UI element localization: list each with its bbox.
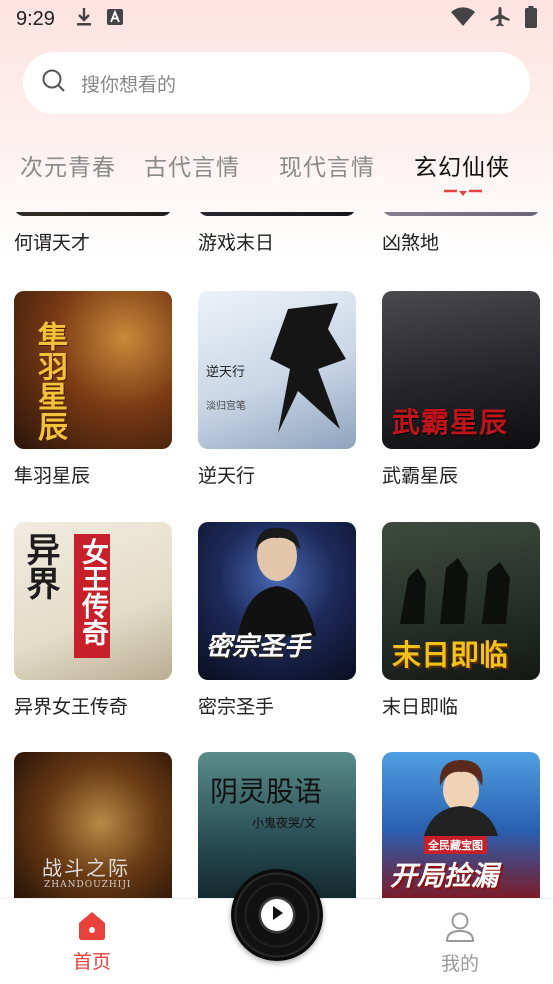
nav-home[interactable]: 首页 (62, 911, 122, 974)
book-cover: 全民藏宝图 开局捡漏 (382, 752, 540, 898)
cover-title-text: 阴灵股语 (210, 775, 323, 808)
book-card[interactable]: 末日即临 末日即临 (382, 522, 540, 719)
book-card[interactable]: 密宗圣手 密宗圣手 (198, 522, 356, 719)
book-card[interactable]: 逆天行 淡归宫笔 逆天行 (198, 291, 356, 488)
book-title: 何谓天才 (14, 232, 91, 254)
play-icon (270, 905, 284, 925)
text-a-icon (106, 8, 123, 30)
book-cover: 隼羽星辰 (14, 291, 172, 449)
airplane-icon (489, 6, 511, 33)
book-card[interactable]: 全民藏宝图 开局捡漏 (382, 752, 540, 898)
tab-active-indicator (444, 184, 482, 196)
cover-title-text: 末日即临 (392, 638, 509, 672)
cover-title-text: 密宗圣手 (206, 632, 311, 662)
search-icon (41, 68, 67, 98)
cover-title-text: 隼羽星辰 (32, 321, 67, 441)
download-icon (75, 7, 93, 32)
tab-anime-youth[interactable]: 次元青春 (20, 148, 116, 182)
book-title: 武霸星辰 (382, 465, 459, 487)
cover-author-text: 淡归宫笔 (206, 401, 246, 412)
search-placeholder: 搜你想看的 (81, 73, 177, 96)
user-icon (444, 911, 476, 947)
book-cover: 武霸星辰 (382, 291, 540, 449)
battery-icon (525, 5, 537, 33)
cover-subtitle-text: 异界 (20, 532, 60, 600)
book-card[interactable]: 游戏末日 (198, 212, 356, 255)
cover-title-text: 逆天行 (206, 365, 246, 380)
book-card[interactable]: 凶煞地 (382, 212, 540, 255)
book-card[interactable]: 战斗之际 ZHANDOUZHIJI (14, 752, 172, 898)
category-tabs: 次元青春 古代言情 现代言情 玄幻仙侠 (0, 140, 553, 196)
nav-home-label: 首页 (72, 951, 111, 973)
book-cover (14, 212, 172, 216)
tab-ancient-romance[interactable]: 古代言情 (144, 148, 240, 182)
book-card[interactable]: 武霸星辰 武霸星辰 (382, 291, 540, 488)
book-cover: 战斗之际 ZHANDOUZHIJI (14, 752, 172, 898)
tab-modern-romance[interactable]: 现代言情 (279, 148, 375, 182)
book-cover: 逆天行 淡归宫笔 (198, 291, 356, 449)
cover-subtitle-text: ZHANDOUZHIJI (44, 880, 132, 890)
music-player-disc[interactable] (231, 869, 323, 961)
cover-title-text: 武霸星辰 (392, 406, 509, 439)
cover-title-text: 战斗之际 (42, 856, 130, 880)
cover-subtitle-text: 全民藏宝图 (424, 836, 487, 854)
search-box[interactable]: 搜你想看的 (23, 52, 530, 114)
status-time: 9:29 (16, 7, 55, 30)
book-grid: 何谓天才 游戏末日 凶煞地 隼羽星辰 隼羽星辰 逆天行 淡归宫笔 逆天行 武霸星… (0, 212, 553, 898)
book-cover: 密宗圣手 (198, 522, 356, 680)
tab-fantasy-xianxia[interactable]: 玄幻仙侠 (414, 148, 510, 182)
book-cover: 异界 女王传奇 (14, 522, 172, 680)
book-cover (382, 212, 540, 216)
nav-mine[interactable]: 我的 (430, 911, 490, 976)
book-title: 密宗圣手 (198, 696, 275, 718)
home-icon (75, 911, 109, 945)
book-title: 逆天行 (198, 465, 256, 487)
status-bar: 9:29 (0, 0, 553, 38)
book-cover (198, 212, 356, 216)
cover-subtitle-text: 小鬼夜哭/文 (252, 816, 317, 830)
cover-title-text: 女王传奇 (77, 538, 108, 646)
book-title: 异界女王传奇 (14, 696, 129, 718)
book-title: 凶煞地 (382, 232, 440, 254)
play-button[interactable] (261, 899, 293, 931)
book-card[interactable]: 何谓天才 (14, 212, 172, 255)
book-title: 隼羽星辰 (14, 465, 91, 487)
book-cover: 末日即临 (382, 522, 540, 680)
nav-mine-label: 我的 (440, 953, 479, 975)
book-title: 游戏末日 (198, 232, 275, 254)
book-card[interactable]: 隼羽星辰 隼羽星辰 (14, 291, 172, 488)
book-card[interactable]: 异界 女王传奇 异界女王传奇 (14, 522, 172, 719)
wifi-icon (451, 6, 475, 32)
cover-title-text: 开局捡漏 (390, 861, 498, 892)
book-title: 末日即临 (382, 696, 459, 718)
